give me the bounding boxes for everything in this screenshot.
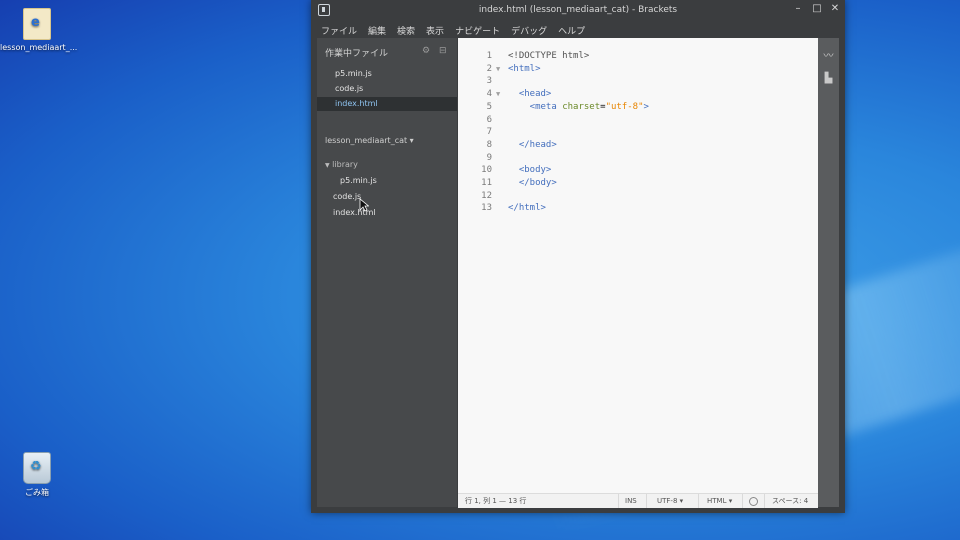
line-number: 3: [486, 76, 492, 87]
cursor-position: 行 1, 列 1 — 13 行: [465, 497, 527, 505]
line-number: 8: [486, 139, 492, 150]
working-file-item[interactable]: p5.min.js: [317, 67, 457, 81]
divider: [698, 494, 699, 508]
menu-help[interactable]: ヘルプ: [553, 25, 591, 39]
working-file-item-active[interactable]: index.html: [317, 97, 457, 111]
live-preview-icon[interactable]: 〰: [822, 52, 835, 62]
menu-debug[interactable]: デバッグ: [506, 25, 553, 39]
sidebar: 作業中ファイル ⚙ ⊟ p5.min.js code.js index.html…: [317, 38, 457, 507]
code-line: 13 </html>: [458, 203, 818, 216]
status-bar: 行 1, 列 1 — 13 行 INS UTF-8 ▾ HTML ▾ スペース:…: [458, 493, 818, 508]
desktop-icon-label: lesson_mediaart_...: [0, 43, 78, 52]
working-file-item[interactable]: code.js: [317, 82, 457, 96]
line-number: 7: [486, 127, 492, 138]
code-line: 9: [458, 153, 818, 166]
line-number: 11: [481, 178, 492, 188]
tree-folder-library[interactable]: ▼ library: [325, 158, 358, 173]
working-file-name: code.js: [335, 84, 364, 93]
code-line: 4 ▼ <head>: [458, 89, 818, 102]
code-text: </html>: [508, 203, 546, 214]
desktop-recycle-bin[interactable]: ごみ箱: [0, 452, 74, 498]
mouse-cursor-icon: [359, 198, 369, 212]
fold-arrow-icon[interactable]: ▼: [496, 90, 500, 98]
code-line: 11 </body>: [458, 178, 818, 191]
divider: [742, 494, 743, 508]
tree-item-label: library: [332, 160, 358, 169]
linter-status-icon[interactable]: [749, 497, 758, 506]
code-line: 1 <!DOCTYPE html>: [458, 51, 818, 64]
right-toolbar: 〰 ▙: [818, 38, 839, 507]
line-number: 13: [481, 203, 492, 214]
line-number: 1: [486, 51, 492, 61]
menu-navigate[interactable]: ナビゲート: [450, 25, 506, 39]
project-dropdown[interactable]: lesson_mediaart_cat ▾: [325, 136, 414, 145]
fold-arrow-icon[interactable]: ▼: [496, 65, 500, 73]
insert-mode-toggle[interactable]: INS: [625, 496, 637, 506]
folder-icon: [23, 8, 51, 40]
tree-file[interactable]: p5.min.js: [340, 174, 377, 188]
code-editor[interactable]: 1 <!DOCTYPE html> 2 ▼ <html> 3 4 ▼ <head…: [458, 38, 818, 493]
code-line: 5 <meta charset="utf-8">: [458, 102, 818, 115]
encoding-select[interactable]: UTF-8 ▾: [657, 496, 683, 506]
code-text: <head>: [508, 89, 552, 100]
code-text-meta: <meta charset="utf-8">: [508, 101, 649, 112]
code-text: <body>: [508, 165, 552, 176]
line-number: 9: [486, 152, 492, 163]
chevron-down-icon: ▼: [325, 162, 330, 169]
minimize-button[interactable]: –: [790, 2, 806, 16]
indent-setting[interactable]: スペース: 4: [772, 496, 808, 506]
menu-view[interactable]: 表示: [421, 25, 450, 39]
code-line: 7: [458, 127, 818, 140]
title-bar[interactable]: index.html (lesson_mediaart_cat) - Brack…: [311, 0, 845, 19]
recycle-bin-icon: [23, 452, 51, 484]
code-text: </body>: [508, 178, 557, 188]
divider: [646, 494, 647, 508]
code-line: 6: [458, 115, 818, 128]
line-number: 2: [486, 63, 492, 74]
split-view-icon[interactable]: ⊟: [439, 46, 447, 56]
extension-manager-icon[interactable]: ▙: [822, 74, 835, 84]
menu-find[interactable]: 検索: [392, 25, 421, 39]
maximize-button[interactable]: □: [809, 2, 825, 16]
gear-icon[interactable]: ⚙: [422, 46, 430, 56]
close-button[interactable]: ✕: [827, 2, 843, 16]
working-files-title: 作業中ファイル: [325, 49, 389, 59]
line-number: 10: [481, 165, 492, 176]
code-line: 2 ▼ <html>: [458, 64, 818, 77]
working-file-name: p5.min.js: [335, 69, 372, 78]
menu-edit[interactable]: 編集: [363, 25, 392, 39]
code-text: <!DOCTYPE html>: [508, 51, 590, 61]
divider: [618, 494, 619, 508]
code-line: 12: [458, 191, 818, 204]
tree-file[interactable]: code.js: [333, 190, 361, 204]
window-title: index.html (lesson_mediaart_cat) - Brack…: [478, 5, 678, 15]
brackets-window: index.html (lesson_mediaart_cat) - Brack…: [311, 0, 845, 513]
line-number: 6: [486, 114, 492, 125]
line-number: 4: [486, 89, 492, 100]
desktop-folder-icon[interactable]: lesson_mediaart_...: [0, 8, 78, 52]
line-number: 5: [486, 101, 492, 112]
code-line: 10 <body>: [458, 165, 818, 178]
code-text: <html>: [508, 63, 541, 74]
menu-file[interactable]: ファイル: [316, 25, 363, 39]
divider: [764, 494, 765, 508]
menu-bar: ファイル 編集 検索 表示 ナビゲート デバッグ ヘルプ: [311, 19, 845, 37]
line-number: 12: [481, 190, 492, 201]
tree-file[interactable]: index.html: [333, 206, 376, 220]
language-select[interactable]: HTML ▾: [707, 496, 732, 506]
desktop-icon-label: ごみ箱: [25, 488, 49, 497]
working-file-name: index.html: [335, 99, 378, 108]
code-text: </head>: [508, 139, 557, 150]
code-line: 8 </head>: [458, 140, 818, 153]
code-line: 3: [458, 76, 818, 89]
